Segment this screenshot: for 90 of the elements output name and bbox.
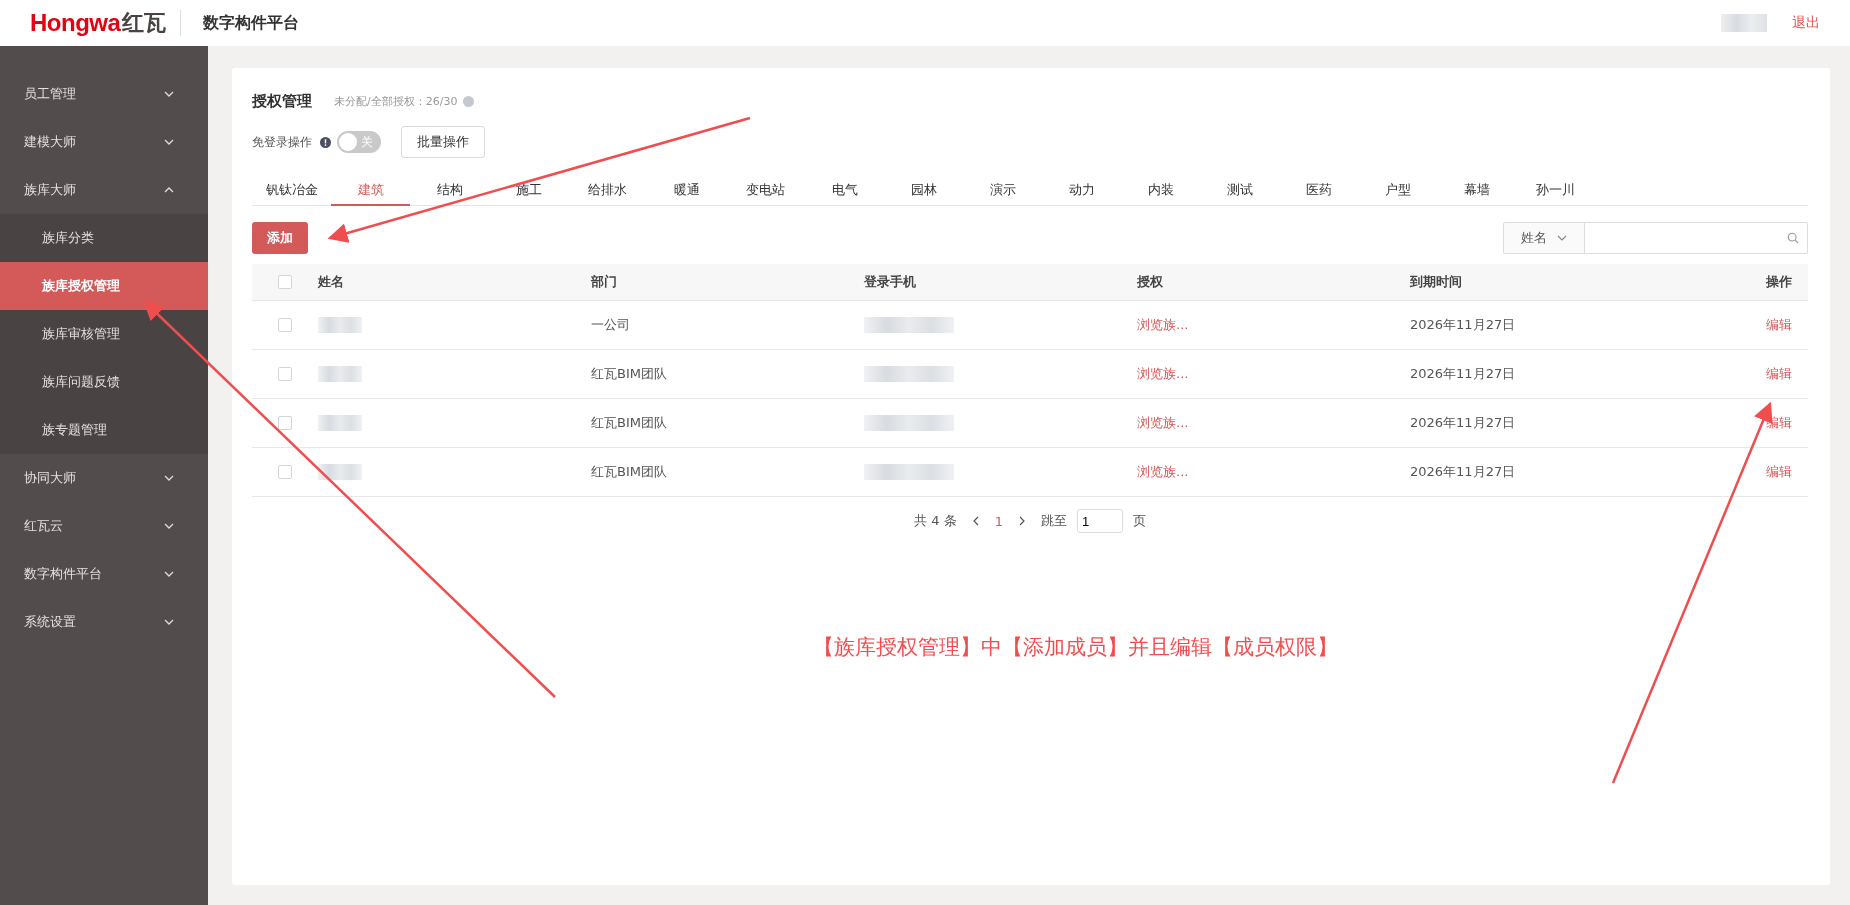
chevron-icon	[1557, 235, 1567, 241]
column-header: 部门	[591, 273, 618, 291]
select-all-checkbox[interactable]	[278, 275, 292, 289]
tab[interactable]: 测试	[1200, 176, 1279, 206]
redacted-name	[318, 366, 362, 383]
sidebar-subitem[interactable]: 族库授权管理	[0, 262, 208, 310]
sidebar-item[interactable]: 建模大师	[0, 118, 208, 166]
search-field[interactable]	[1585, 222, 1808, 254]
chevron-icon	[164, 571, 174, 577]
tab[interactable]: 医药	[1279, 176, 1358, 206]
tab[interactable]: 电气	[805, 176, 884, 206]
column-header: 姓名	[318, 273, 345, 291]
authorization-link[interactable]: 浏览族...	[1137, 366, 1189, 381]
edit-link[interactable]: 编辑	[1766, 464, 1792, 479]
previous-page-icon[interactable]	[972, 516, 979, 526]
tab[interactable]: 钒钛冶金	[252, 176, 331, 206]
search-icon	[1787, 232, 1799, 244]
tab[interactable]: 暖通	[647, 176, 726, 206]
chevron-icon	[164, 91, 174, 97]
authorization-link[interactable]: 浏览族...	[1137, 415, 1189, 430]
table-cell-text: 2026年11月27日	[1410, 365, 1517, 383]
sidebar-subitem[interactable]: 族库审核管理	[0, 310, 208, 358]
add-button[interactable]: 添加	[252, 222, 308, 254]
sidebar-subitem[interactable]: 族库问题反馈	[0, 358, 208, 406]
chevron-icon	[164, 187, 174, 193]
logo-chinese: 红瓦	[122, 9, 167, 37]
tab[interactable]: 建筑	[331, 176, 410, 206]
annotation-text: 【族库授权管理】中【添加成员】并且编辑【成员权限】	[812, 634, 1338, 661]
tab[interactable]: 内装	[1121, 176, 1200, 206]
redacted-name	[318, 415, 362, 432]
table-cell-text: 红瓦BIM团队	[591, 463, 668, 481]
redacted-name	[318, 317, 362, 334]
row-checkbox[interactable]	[278, 465, 292, 479]
table-cell-text: 2026年11月27日	[1410, 316, 1517, 334]
sidebar-item[interactable]: 数字构件平台	[0, 550, 208, 598]
redacted-username	[1721, 14, 1767, 32]
tab[interactable]: 给排水	[568, 176, 647, 206]
redacted-name	[318, 464, 362, 481]
table-cell-text: 红瓦BIM团队	[591, 414, 668, 432]
sidebar-subitem[interactable]: 族库分类	[0, 214, 208, 262]
column-header: 到期时间	[1410, 273, 1463, 291]
column-header: 操作	[1765, 273, 1793, 291]
row-checkbox[interactable]	[278, 318, 292, 332]
page-number[interactable]: 1	[994, 513, 1003, 529]
edit-link[interactable]: 编辑	[1766, 366, 1792, 381]
sidebar-item[interactable]: 系统设置	[0, 598, 208, 646]
table-cell-text: 一公司	[591, 316, 631, 334]
page-input[interactable]: 1	[1076, 509, 1123, 533]
authorization-link[interactable]: 浏览族...	[1137, 317, 1189, 332]
total-count: 共 4 条	[914, 512, 957, 530]
sidebar-item[interactable]: 红瓦云	[0, 502, 208, 550]
chevron-icon	[164, 139, 174, 145]
column-header: 授权	[1137, 273, 1164, 291]
edit-link[interactable]: 编辑	[1766, 317, 1792, 332]
next-page-icon[interactable]	[1018, 516, 1025, 526]
row-checkbox[interactable]	[278, 416, 292, 430]
tab[interactable]: 演示	[963, 176, 1042, 206]
search-type-select[interactable]: 姓名	[1503, 222, 1585, 254]
platform-title: 数字构件平台	[203, 12, 300, 34]
tab[interactable]: 结构	[410, 176, 489, 206]
tab[interactable]: 变电站	[726, 176, 805, 206]
quota-text: 未分配/全部授权：26/30	[334, 93, 458, 109]
chevron-icon	[164, 619, 174, 625]
table-cell-text: 红瓦BIM团队	[591, 365, 668, 383]
tab[interactable]: 幕墙	[1437, 176, 1516, 206]
chevron-icon	[164, 475, 174, 481]
sidebar-item[interactable]: 协同大师	[0, 454, 208, 502]
tab[interactable]: 动力	[1042, 176, 1121, 206]
sidebar-item[interactable]: 族库大师	[0, 166, 208, 214]
row-checkbox[interactable]	[278, 367, 292, 381]
jump-label: 跳至	[1040, 512, 1067, 530]
page-title: 授权管理	[252, 91, 312, 111]
tab[interactable]: 施工	[489, 176, 568, 206]
logo-text: Hongwa	[30, 9, 121, 37]
page-suffix: 页	[1132, 512, 1146, 530]
tab[interactable]: 园林	[884, 176, 963, 206]
tab[interactable]: 户型	[1358, 176, 1437, 206]
sidebar-item[interactable]: 员工管理	[0, 70, 208, 118]
authorization-link[interactable]: 浏览族...	[1137, 464, 1189, 479]
chevron-icon	[164, 523, 174, 529]
info-icon	[463, 95, 475, 107]
logout-link[interactable]: 退出	[1792, 14, 1820, 32]
free-login-label: 免登录操作	[252, 133, 312, 151]
sidebar-subitem[interactable]: 族专题管理	[0, 406, 208, 454]
warning-icon	[320, 136, 331, 148]
tab[interactable]: 孙一川	[1516, 176, 1595, 206]
table-cell-text: 2026年11月27日	[1410, 463, 1517, 481]
batch-button[interactable]: 批量操作	[401, 126, 485, 158]
column-header: 登录手机	[864, 273, 917, 291]
table-cell-text: 2026年11月27日	[1410, 414, 1517, 432]
